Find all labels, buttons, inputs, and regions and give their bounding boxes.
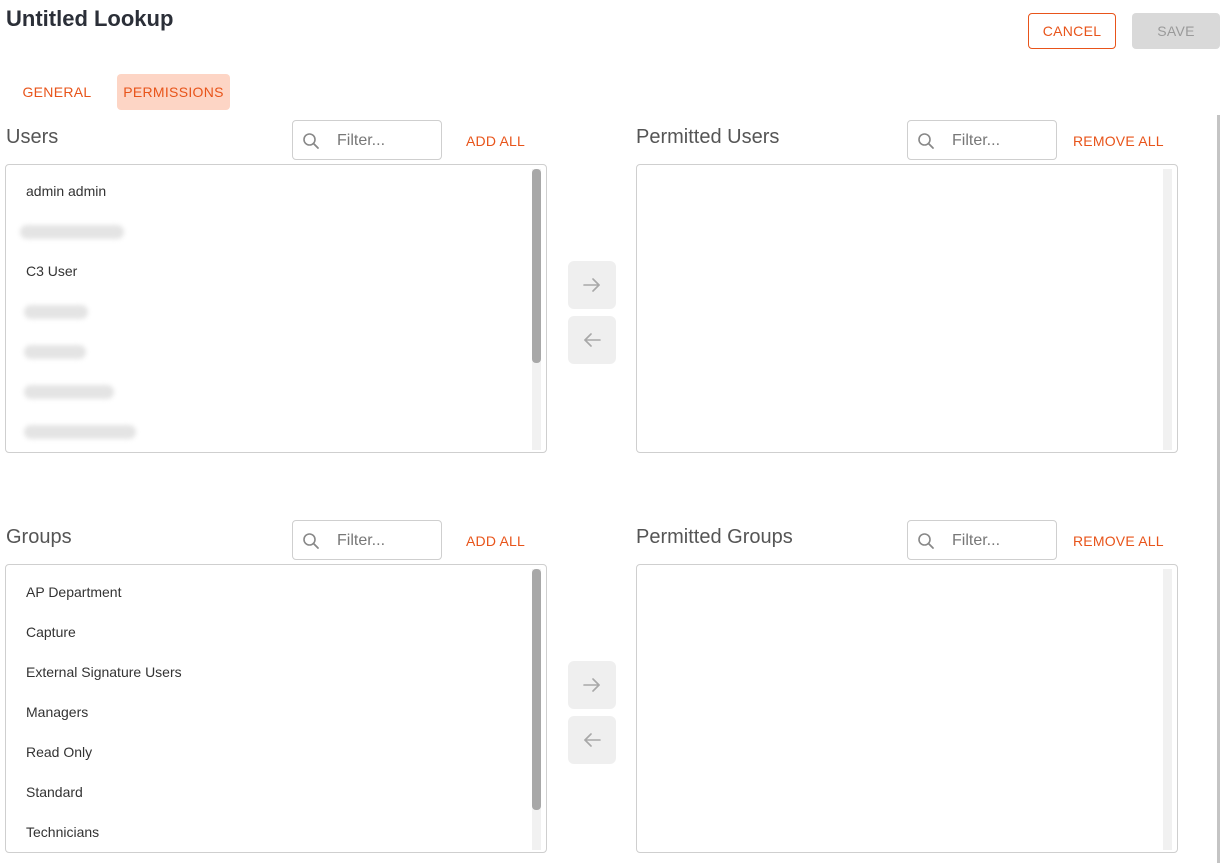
list-item[interactable]: C3 User [26, 263, 77, 279]
permitted-groups-list [636, 564, 1178, 853]
list-item-redacted[interactable] [24, 385, 114, 399]
search-icon [303, 533, 319, 549]
users-scrollbar-thumb[interactable] [532, 169, 541, 363]
search-icon [918, 133, 934, 149]
search-icon [303, 133, 319, 149]
arrow-right-icon [583, 678, 600, 692]
permitted-groups-title: Permitted Groups [636, 526, 793, 548]
remove-user-button[interactable] [568, 316, 616, 364]
permitted-users-title: Permitted Users [636, 126, 780, 148]
groups-title: Groups [6, 526, 72, 548]
arrow-left-icon [584, 333, 601, 347]
search-icon [918, 533, 934, 549]
permitted-groups-filter-input[interactable] [952, 530, 1048, 552]
groups-list: AP Department Capture External Signature… [5, 564, 547, 853]
arrow-right-icon [583, 278, 600, 292]
remove-group-button[interactable] [568, 716, 616, 764]
list-item[interactable]: admin admin [26, 183, 106, 199]
list-item[interactable]: Read Only [26, 744, 92, 760]
list-item-redacted[interactable] [20, 225, 124, 239]
arrow-left-icon [584, 733, 601, 747]
users-remove-all-button[interactable]: REMOVE ALL [1073, 133, 1164, 149]
permitted-users-filter[interactable] [907, 120, 1057, 160]
groups-filter-input[interactable] [337, 530, 433, 552]
list-item-redacted[interactable] [24, 305, 88, 319]
list-item-redacted[interactable] [24, 345, 86, 359]
users-list: admin admin C3 User [5, 164, 547, 453]
tab-general[interactable]: GENERAL [14, 74, 100, 110]
cancel-button[interactable]: CANCEL [1028, 13, 1116, 49]
permitted-groups-scrollbar-track[interactable] [1163, 569, 1172, 850]
users-filter-input[interactable] [337, 130, 433, 152]
add-group-button[interactable] [568, 661, 616, 709]
users-filter[interactable] [292, 120, 442, 160]
list-item[interactable]: Managers [26, 704, 88, 720]
list-item[interactable]: Standard [26, 784, 83, 800]
tab-permissions[interactable]: PERMISSIONS [117, 74, 230, 110]
permitted-users-scrollbar-track[interactable] [1163, 169, 1172, 450]
groups-add-all-button[interactable]: ADD ALL [466, 533, 525, 549]
list-item-redacted[interactable] [24, 425, 136, 439]
users-add-all-button[interactable]: ADD ALL [466, 133, 525, 149]
groups-scrollbar-thumb[interactable] [532, 569, 541, 810]
groups-remove-all-button[interactable]: REMOVE ALL [1073, 533, 1164, 549]
add-user-button[interactable] [568, 261, 616, 309]
list-item[interactable]: External Signature Users [26, 664, 182, 680]
users-title: Users [6, 126, 59, 148]
permitted-users-list [636, 164, 1178, 453]
permitted-users-filter-input[interactable] [952, 130, 1048, 152]
list-item[interactable]: AP Department [26, 584, 121, 600]
groups-filter[interactable] [292, 520, 442, 560]
save-button[interactable]: SAVE [1132, 13, 1220, 49]
list-item[interactable]: Capture [26, 624, 76, 640]
page-title: Untitled Lookup [6, 6, 174, 31]
list-item[interactable]: Technicians [26, 824, 99, 840]
permitted-groups-filter[interactable] [907, 520, 1057, 560]
